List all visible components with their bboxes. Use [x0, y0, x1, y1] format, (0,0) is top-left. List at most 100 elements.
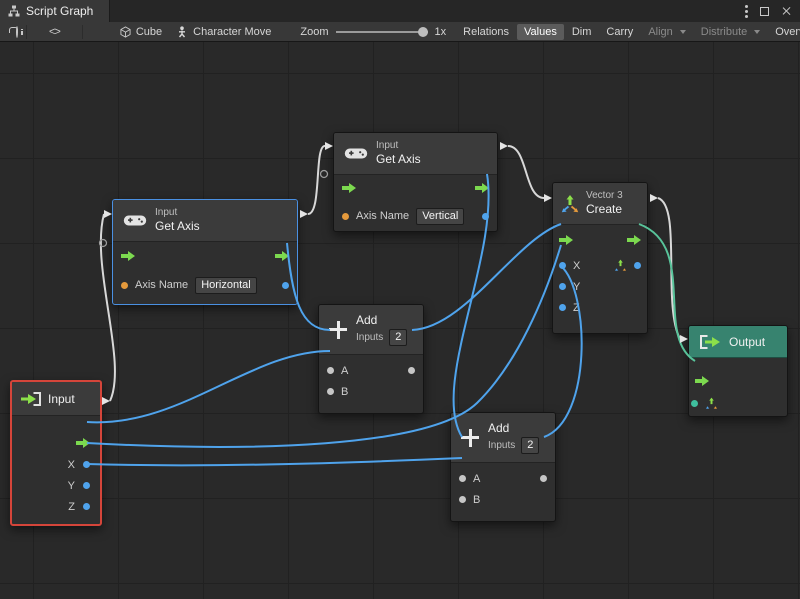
- dim-button[interactable]: Dim: [565, 24, 599, 40]
- info-icon[interactable]: [16, 26, 18, 38]
- flow-in-port[interactable]: [559, 235, 573, 245]
- node-get-axis-vertical[interactable]: Input Get Axis Axis Name Vertical: [333, 132, 498, 232]
- node-vector3-create[interactable]: Vector 3 Create X: [552, 182, 648, 334]
- flow-out-port[interactable]: [627, 235, 641, 245]
- align-label: Align: [648, 26, 672, 38]
- x-label: X: [68, 459, 75, 471]
- node-output[interactable]: Output: [688, 325, 788, 417]
- axis-name-label: Axis Name: [135, 279, 188, 291]
- flow-in-port[interactable]: [121, 251, 135, 261]
- node-category: Vector 3: [586, 189, 623, 202]
- inputs-count-field[interactable]: 2: [521, 437, 539, 454]
- input-b-port[interactable]: [327, 388, 334, 395]
- vector3-icon: [560, 194, 580, 214]
- flow-out-port[interactable]: [475, 183, 489, 193]
- maximize-icon[interactable]: [760, 7, 769, 16]
- node-get-axis-horizontal[interactable]: Input Get Axis Axis Name Horizontal: [112, 199, 298, 305]
- gamepad-icon: [123, 213, 147, 228]
- x-in-port[interactable]: [559, 262, 566, 269]
- node-title: Input: [48, 392, 75, 406]
- flow-in-port[interactable]: [695, 376, 709, 386]
- menu-icon[interactable]: [745, 5, 748, 18]
- axis-name-label: Axis Name: [356, 210, 409, 222]
- result-out-port[interactable]: [482, 213, 489, 220]
- breadcrumb-character-move[interactable]: Character Move: [169, 24, 278, 40]
- breadcrumb-cube-label: Cube: [136, 26, 162, 38]
- zoom-value: 1x: [435, 26, 447, 38]
- overview-button[interactable]: Overv: [768, 24, 800, 40]
- input-a-port[interactable]: [327, 367, 334, 374]
- x-out-port[interactable]: [83, 461, 90, 468]
- node-header: Input Get Axis: [113, 200, 297, 242]
- tab-bar: Script Graph: [0, 0, 800, 22]
- axis-name-value-field[interactable]: Vertical: [416, 208, 464, 225]
- sum-out-port[interactable]: [540, 475, 547, 482]
- vector3-mini-icon: [614, 259, 627, 272]
- separator: [26, 25, 27, 39]
- relations-button[interactable]: Relations: [456, 24, 516, 40]
- zoom-slider[interactable]: [336, 31, 428, 33]
- toolbar-buttons: Relations Values Dim Carry Align Distrib…: [456, 24, 800, 40]
- vector3-mini-icon: [705, 397, 718, 410]
- flow-out-port[interactable]: [76, 438, 90, 448]
- node-category: Input: [376, 139, 421, 152]
- edit-code-button[interactable]: <>: [31, 25, 78, 39]
- y-label: Y: [68, 480, 75, 492]
- graph-toolbar: <> Cube Character Move Zoom 1x Rel: [0, 22, 800, 42]
- input-a-port[interactable]: [459, 475, 466, 482]
- input-b-label: B: [473, 494, 480, 506]
- align-dropdown[interactable]: Align: [641, 24, 692, 40]
- vector-out-port[interactable]: [634, 262, 641, 269]
- carry-button[interactable]: Carry: [599, 24, 640, 40]
- z-in-port[interactable]: [559, 304, 566, 311]
- y-out-port[interactable]: [83, 482, 90, 489]
- axis-name-port[interactable]: [121, 282, 128, 289]
- input-a-label: A: [341, 365, 348, 377]
- flow-in-port[interactable]: [342, 183, 356, 193]
- zoom-label: Zoom: [300, 26, 328, 38]
- sum-out-port[interactable]: [408, 367, 415, 374]
- flow-out-port[interactable]: [275, 251, 289, 261]
- input-b-port[interactable]: [459, 496, 466, 503]
- gamepad-icon: [344, 146, 368, 161]
- graph-canvas[interactable]: Input Get Axis Axis Name Horizontal: [0, 42, 800, 599]
- vector-in-port[interactable]: [691, 400, 698, 407]
- plus-icon: [461, 429, 479, 447]
- node-title: Add: [488, 421, 539, 437]
- distribute-dropdown[interactable]: Distribute: [694, 24, 767, 40]
- y-in-port[interactable]: [559, 283, 566, 290]
- axis-name-value-field[interactable]: Horizontal: [195, 277, 257, 294]
- input-a-label: A: [473, 473, 480, 485]
- z-label: Z: [573, 302, 580, 314]
- chevron-down-icon: [680, 30, 686, 34]
- breadcrumb-cube[interactable]: Cube: [113, 24, 169, 40]
- zoom-slider-handle[interactable]: [418, 27, 428, 37]
- close-icon[interactable]: [781, 6, 791, 16]
- node-header: Input: [12, 382, 100, 416]
- z-out-port[interactable]: [83, 503, 90, 510]
- node-header: Input Get Axis: [334, 133, 497, 175]
- values-button[interactable]: Values: [517, 24, 564, 40]
- node-title: Output: [729, 335, 765, 349]
- carry-label: Carry: [606, 26, 633, 38]
- y-label: Y: [573, 281, 580, 293]
- tab-script-graph[interactable]: Script Graph: [0, 0, 110, 22]
- node-add-2[interactable]: Add Inputs 2 A B: [450, 412, 556, 522]
- result-out-port[interactable]: [282, 282, 289, 289]
- script-graph-icon: [8, 5, 20, 17]
- node-title: Add: [356, 313, 407, 329]
- input-icon: [20, 391, 42, 407]
- node-category: Input: [155, 206, 200, 219]
- zoom-control: Zoom 1x: [300, 26, 446, 38]
- output-icon: [699, 334, 721, 350]
- axis-name-port[interactable]: [342, 213, 349, 220]
- separator: [82, 25, 83, 39]
- node-input[interactable]: Input X Y Z: [10, 380, 102, 526]
- chevron-down-icon: [754, 30, 760, 34]
- node-title: Get Axis: [376, 152, 421, 168]
- inputs-count-field[interactable]: 2: [389, 329, 407, 346]
- window-controls: [745, 0, 800, 22]
- node-header: Add Inputs 2: [319, 305, 423, 355]
- node-add-1[interactable]: Add Inputs 2 A B: [318, 304, 424, 414]
- node-header: Vector 3 Create: [553, 183, 647, 225]
